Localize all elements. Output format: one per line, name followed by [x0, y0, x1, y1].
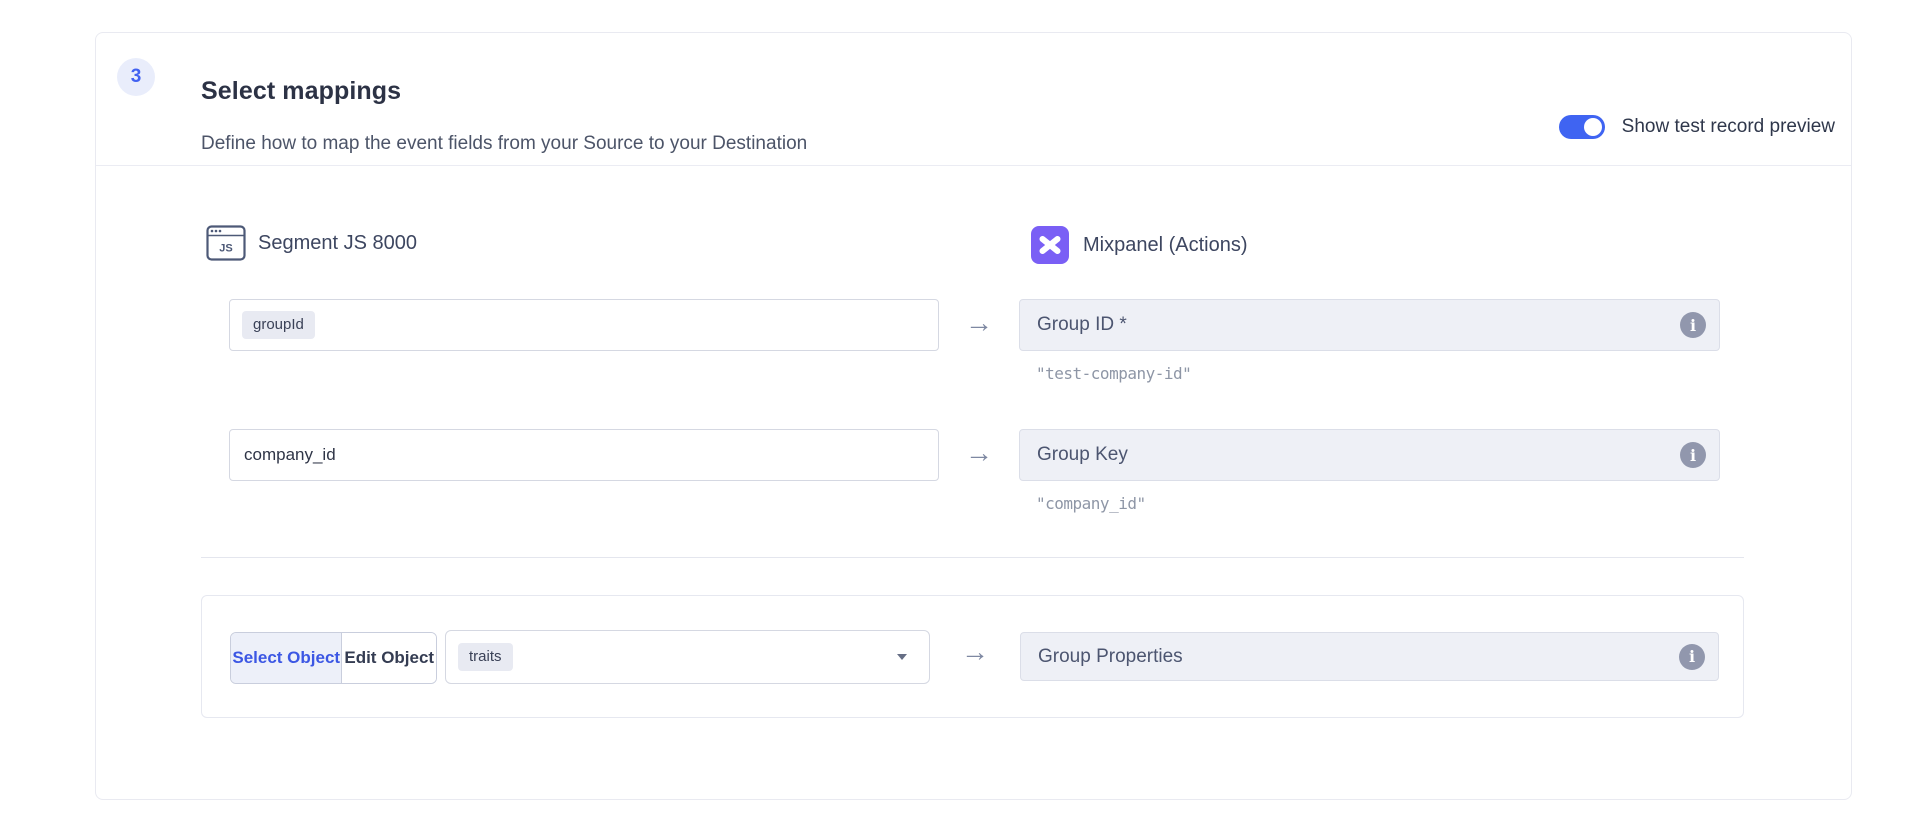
source-field-input[interactable]: company_id [229, 429, 939, 481]
info-icon[interactable]: i [1680, 312, 1706, 338]
page-subtitle: Define how to map the event fields from … [201, 133, 807, 155]
object-mode-button-group: Select Object Edit Object [230, 632, 437, 684]
arrow-right-icon: → [930, 636, 1020, 668]
arrow-right-icon: → [939, 299, 1019, 383]
page-title: Select mappings [201, 77, 401, 106]
show-test-record-toggle[interactable] [1559, 115, 1605, 139]
object-source-dropdown[interactable]: traits [445, 630, 930, 684]
select-mappings-card: 3 Select mappings Define how to map the … [95, 32, 1852, 800]
js-browser-icon: JS [206, 225, 246, 261]
destination-column-header: Mixpanel (Actions) [1031, 226, 1248, 264]
destination-field[interactable]: Group ID * i [1019, 299, 1720, 351]
toggle-label: Show test record preview [1622, 116, 1835, 138]
destination-field-label: Group ID * [1037, 314, 1680, 336]
arrow-right-icon: → [939, 429, 1019, 513]
select-object-button[interactable]: Select Object [231, 633, 342, 683]
info-icon[interactable]: i [1680, 442, 1706, 468]
source-name: Segment JS 8000 [258, 232, 417, 255]
destination-field[interactable]: Group Key i [1019, 429, 1720, 481]
info-icon[interactable]: i [1679, 644, 1705, 670]
destination-field-label: Group Key [1037, 444, 1680, 466]
test-record-preview-control: Show test record preview [1559, 115, 1835, 139]
destination-field[interactable]: Group Properties i [1020, 632, 1719, 681]
object-source-token[interactable]: traits [458, 643, 513, 671]
destination-field-column: Group Properties i [1020, 632, 1719, 681]
step-number-badge: 3 [117, 58, 155, 96]
edit-object-button[interactable]: Edit Object [342, 633, 436, 683]
chevron-down-icon [897, 654, 907, 660]
destination-field-label: Group Properties [1038, 646, 1679, 668]
card-header: 3 Select mappings Define how to map the … [96, 33, 1851, 166]
svg-text:JS: JS [219, 243, 232, 255]
test-record-preview-value: "company_id" [1036, 494, 1720, 513]
source-field-token[interactable]: groupId [242, 311, 315, 339]
destination-field-column: Group ID * i "test-company-id" [1019, 299, 1720, 383]
object-mapping-container: Select Object Edit Object traits → Group… [201, 595, 1744, 718]
source-field-text: company_id [242, 445, 336, 465]
test-record-preview-value: "test-company-id" [1036, 364, 1720, 383]
source-column-header: JS Segment JS 8000 [206, 225, 417, 261]
mapping-row: company_id → Group Key i "company_id" [229, 429, 1720, 513]
source-field-input[interactable]: groupId [229, 299, 939, 351]
toggle-knob-icon [1584, 118, 1602, 136]
mapping-row: groupId → Group ID * i "test-company-id" [229, 299, 1720, 383]
section-divider [201, 557, 1744, 558]
mixpanel-icon [1031, 226, 1069, 264]
destination-name: Mixpanel (Actions) [1083, 234, 1248, 257]
destination-field-column: Group Key i "company_id" [1019, 429, 1720, 513]
